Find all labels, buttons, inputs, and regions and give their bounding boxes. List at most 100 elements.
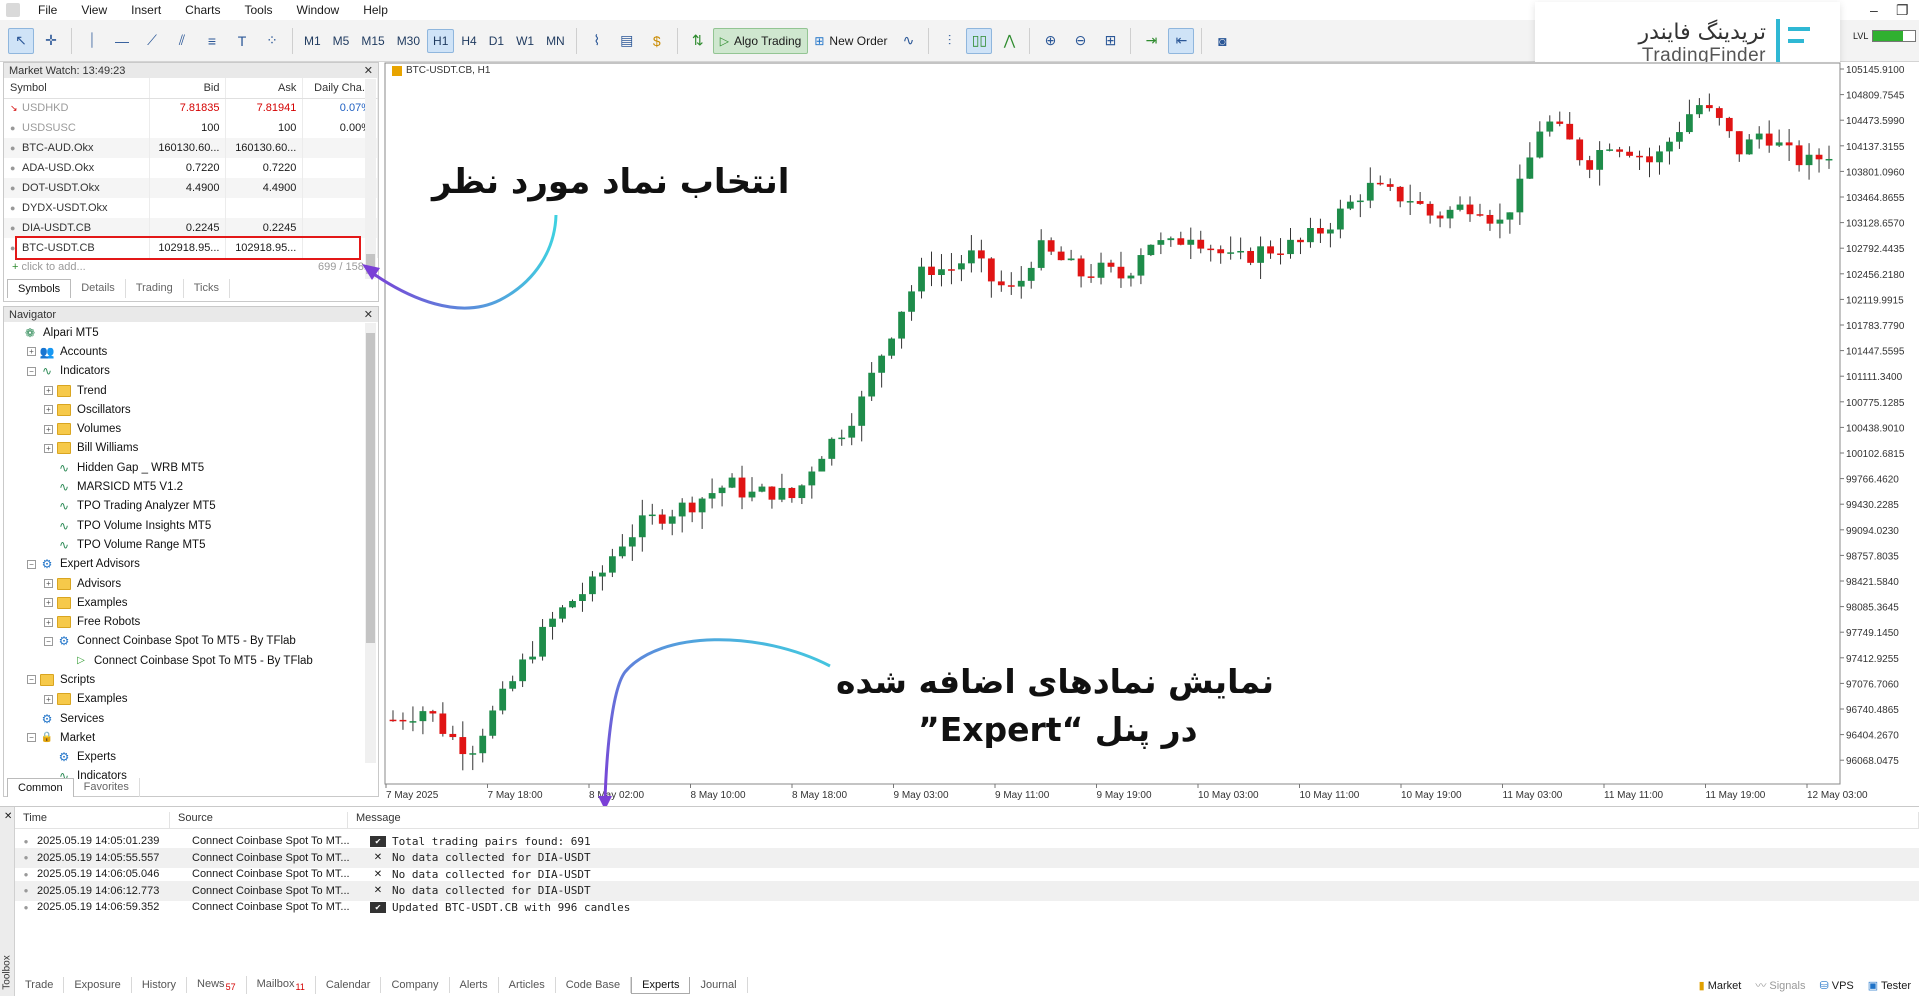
text-icon[interactable]: T xyxy=(229,28,255,54)
navigator-item[interactable]: ❁ Alpari MT5 xyxy=(4,323,378,342)
tab-favorites[interactable]: Favorites xyxy=(74,778,140,797)
navigator-item[interactable]: − Scripts xyxy=(4,670,378,689)
chart-shift-icon[interactable]: ⇤ xyxy=(1168,27,1195,54)
tab-symbols[interactable]: Symbols xyxy=(7,279,72,298)
navigator-item[interactable]: ▷ Connect Coinbase Spot To MT5 - By TFlab xyxy=(4,651,378,670)
collapse-icon[interactable]: − xyxy=(27,733,36,743)
tester-status[interactable]: ▣ Tester xyxy=(1868,979,1911,992)
vps-status[interactable]: ⛁ VPS xyxy=(1819,979,1853,992)
tab-code-base[interactable]: Code Base xyxy=(556,977,632,993)
menu-help[interactable]: Help xyxy=(351,3,400,17)
market-watch-row[interactable]: ● DIA-USDT.CB 0.2245 0.2245 xyxy=(4,218,378,238)
collapse-icon[interactable]: − xyxy=(27,366,36,376)
signals-status[interactable]: 〰 Signals xyxy=(1755,977,1805,993)
collapse-icon[interactable]: − xyxy=(27,675,36,685)
minimize-icon[interactable]: – xyxy=(1870,2,1878,18)
trendline-icon[interactable]: ⟋ xyxy=(139,28,165,54)
timeframe-h4[interactable]: H4 xyxy=(456,29,481,53)
menu-window[interactable]: Window xyxy=(285,3,352,17)
dollar-icon[interactable]: $ xyxy=(644,28,670,54)
tab-news[interactable]: News57 xyxy=(187,975,247,995)
screenshot-icon[interactable]: ◙ xyxy=(1209,28,1235,54)
navigator-item[interactable]: ∿ Hidden Gap _ WRB MT5 xyxy=(4,458,378,477)
expand-icon[interactable]: + xyxy=(44,424,53,434)
close-icon[interactable]: ✕ xyxy=(364,64,373,77)
tab-experts[interactable]: Experts xyxy=(631,976,691,994)
collapse-icon[interactable]: − xyxy=(44,636,53,646)
navigator-item[interactable]: − ⚙ Connect Coinbase Spot To MT5 - By TFla… xyxy=(4,632,378,651)
tab-calendar[interactable]: Calendar xyxy=(316,977,382,993)
expand-icon[interactable]: + xyxy=(44,617,53,627)
add-symbol-row[interactable]: + click to add... 699 / 1581 xyxy=(4,258,378,276)
navigator-item[interactable]: ⚙ Services xyxy=(4,709,378,728)
tab-ticks[interactable]: Ticks xyxy=(184,279,230,298)
navigator-item[interactable]: + Examples xyxy=(4,690,378,709)
tab-alerts[interactable]: Alerts xyxy=(450,977,499,993)
tab-trade[interactable]: Trade xyxy=(15,977,65,993)
navigator-item[interactable]: + Trend xyxy=(4,381,378,400)
fibonacci-icon[interactable]: ≡ xyxy=(199,28,225,54)
indicators-menu-icon[interactable]: ∿ xyxy=(895,28,921,54)
candlestick-icon[interactable]: ▯▯ xyxy=(966,27,993,54)
expand-icon[interactable]: + xyxy=(44,443,53,453)
navigator-item[interactable]: + Oscillators xyxy=(4,400,378,419)
restore-icon[interactable]: ❐ xyxy=(1896,2,1909,19)
tab-trading[interactable]: Trading xyxy=(126,279,184,298)
expand-icon[interactable]: + xyxy=(27,347,36,357)
column-header-ask[interactable]: Ask xyxy=(225,78,304,99)
market-watch-scrollbar[interactable] xyxy=(365,79,376,279)
timeframe-m1[interactable]: M1 xyxy=(299,29,326,53)
shapes-icon[interactable]: ⁘ xyxy=(259,28,285,54)
navigator-item[interactable]: ∿ TPO Trading Analyzer MT5 xyxy=(4,497,378,516)
tab-common[interactable]: Common xyxy=(7,778,74,797)
navigator-scrollbar[interactable] xyxy=(365,323,376,763)
navigator-item[interactable]: + 👥 Accounts xyxy=(4,342,378,361)
templates-icon[interactable]: ▤ xyxy=(614,28,640,54)
expand-icon[interactable]: + xyxy=(44,694,53,704)
scrollbar-thumb[interactable] xyxy=(366,333,375,643)
timeframe-d1[interactable]: D1 xyxy=(484,29,509,53)
cursor-icon[interactable]: ↖ xyxy=(8,27,34,54)
navigator-item[interactable]: ⚙ Experts xyxy=(4,748,378,767)
menu-file[interactable]: File xyxy=(26,3,69,17)
expand-icon[interactable]: + xyxy=(44,579,53,588)
line-chart-icon[interactable]: ⋀ xyxy=(996,28,1022,54)
navigator-item[interactable]: − ⚙ Expert Advisors xyxy=(4,555,378,574)
crosshair-icon[interactable]: ✛ xyxy=(38,28,64,54)
bar-chart-icon[interactable]: ⫶ xyxy=(936,28,962,54)
timeframe-h1[interactable]: H1 xyxy=(427,28,455,53)
navigator-item[interactable]: + Volumes xyxy=(4,419,378,438)
navigator-item[interactable]: + Free Robots xyxy=(4,612,378,631)
column-header-source[interactable]: Source xyxy=(170,812,348,828)
close-icon[interactable]: ✕ xyxy=(364,308,373,321)
channel-icon[interactable]: ⫽ xyxy=(169,28,195,54)
tab-mailbox[interactable]: Mailbox11 xyxy=(247,975,316,995)
collapse-icon[interactable]: − xyxy=(27,559,36,569)
navigator-item[interactable]: + Advisors xyxy=(4,574,378,593)
tab-journal[interactable]: Journal xyxy=(690,977,748,993)
scrollbar-thumb[interactable] xyxy=(366,254,375,274)
algo-trading-button[interactable]: ▷ Algo Trading xyxy=(712,27,809,54)
new-order-button[interactable]: ⊞ New Order xyxy=(808,28,893,54)
navigator-item[interactable]: − ∿ Indicators xyxy=(4,362,378,381)
expand-icon[interactable]: + xyxy=(44,405,53,415)
trade-signals-icon[interactable]: ⇅ xyxy=(685,28,711,54)
column-header-time[interactable]: Time xyxy=(15,812,170,828)
tile-windows-icon[interactable]: ⊞ xyxy=(1097,28,1123,54)
timeframe-m30[interactable]: M30 xyxy=(392,29,425,53)
market-watch-row[interactable]: ● DOT-USDT.Okx 4.4900 4.4900 xyxy=(4,178,378,198)
vertical-line-icon[interactable]: ⏐ xyxy=(79,28,105,54)
expand-icon[interactable]: + xyxy=(44,598,53,608)
menu-tools[interactable]: Tools xyxy=(233,3,285,17)
market-watch-row[interactable]: ● DYDX-USDT.Okx xyxy=(4,198,378,218)
menu-insert[interactable]: Insert xyxy=(119,3,173,17)
tab-details[interactable]: Details xyxy=(71,279,126,298)
tab-exposure[interactable]: Exposure xyxy=(64,977,132,993)
log-row[interactable]: ● 2025.05.19 14:06:59.352 Connect Coinbase… xyxy=(15,897,1919,917)
navigator-item[interactable]: ∿ MARSICD MT5 V1.2 xyxy=(4,477,378,496)
close-icon[interactable]: ✕ xyxy=(4,811,12,822)
timeframe-mn[interactable]: MN xyxy=(541,29,570,53)
menu-view[interactable]: View xyxy=(69,3,119,17)
tab-history[interactable]: History xyxy=(132,977,188,993)
navigator-item[interactable]: − 🔒 Market xyxy=(4,728,378,747)
